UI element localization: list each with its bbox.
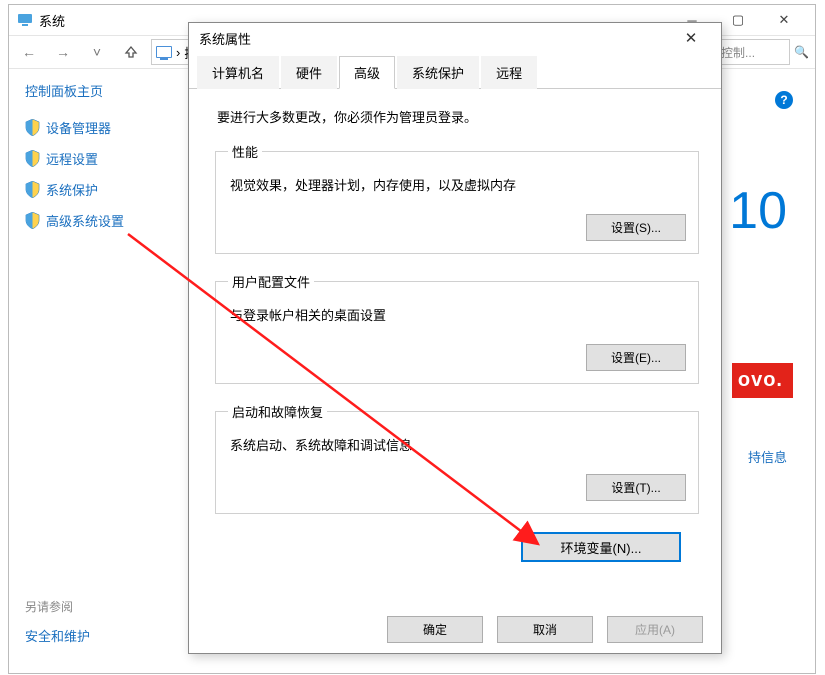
dialog-close-button[interactable]: ✕ — [671, 25, 711, 51]
tab-strip: 计算机名 硬件 高级 系统保护 远程 — [189, 55, 721, 89]
windows-10-brand-text: 10 — [729, 181, 787, 241]
user-profiles-settings-button[interactable]: 设置(E)... — [586, 344, 686, 371]
lenovo-brand-fragment: ovo. — [732, 363, 793, 398]
nav-forward-button[interactable]: → — [49, 38, 77, 66]
cancel-button[interactable]: 取消 — [497, 616, 593, 643]
shield-icon — [25, 119, 40, 136]
performance-group: 性能 视觉效果，处理器计划，内存使用，以及虚拟内存 设置(S)... — [215, 142, 699, 254]
environment-variables-button[interactable]: 环境变量(N)... — [521, 532, 681, 562]
user-profiles-legend: 用户配置文件 — [228, 272, 314, 291]
performance-settings-button[interactable]: 设置(S)... — [586, 214, 686, 241]
support-info-link[interactable]: 持信息 — [748, 447, 787, 466]
startup-recovery-settings-button[interactable]: 设置(T)... — [586, 474, 686, 501]
help-icon[interactable]: ? — [775, 91, 793, 109]
sidebar-item-label: 系统保护 — [46, 180, 98, 199]
dialog-title: 系统属性 — [199, 29, 251, 48]
tab-remote[interactable]: 远程 — [481, 56, 537, 89]
pc-icon — [156, 46, 172, 58]
dialog-footer: 确定 取消 应用(A) — [387, 616, 703, 643]
sidebar-item-device-manager[interactable]: 设备管理器 — [25, 118, 165, 137]
startup-recovery-desc: 系统启动、系统故障和调试信息 — [230, 435, 686, 454]
startup-recovery-legend: 启动和故障恢复 — [228, 402, 327, 421]
admin-intro-text: 要进行大多数更改，你必须作为管理员登录。 — [217, 107, 701, 126]
performance-desc: 视觉效果，处理器计划，内存使用，以及虚拟内存 — [230, 175, 686, 194]
system-properties-dialog: 系统属性 ✕ 计算机名 硬件 高级 系统保护 远程 要进行大多数更改，你必须作为… — [188, 22, 722, 654]
dialog-body: 要进行大多数更改，你必须作为管理员登录。 性能 视觉效果，处理器计划，内存使用，… — [189, 89, 721, 607]
search-icon[interactable]: 🔍 — [794, 45, 809, 59]
user-profiles-group: 用户配置文件 与登录帐户相关的桌面设置 设置(E)... — [215, 272, 699, 384]
ok-button[interactable]: 确定 — [387, 616, 483, 643]
tab-advanced[interactable]: 高级 — [339, 56, 395, 89]
nav-history-button[interactable]: ˅ — [83, 38, 111, 66]
nav-up-button[interactable] — [117, 38, 145, 66]
apply-button[interactable]: 应用(A) — [607, 616, 703, 643]
security-maintenance-link[interactable]: 安全和维护 — [25, 626, 90, 645]
system-title: 系统 — [39, 11, 65, 30]
shield-icon — [25, 150, 40, 167]
sidebar-item-system-protection[interactable]: 系统保护 — [25, 180, 165, 199]
performance-legend: 性能 — [228, 142, 262, 161]
sidebar: 控制面板主页 设备管理器 远程设置 系统保护 高级系统设置 — [25, 81, 165, 673]
sidebar-item-label: 远程设置 — [46, 149, 98, 168]
tab-computer-name[interactable]: 计算机名 — [197, 56, 279, 89]
sidebar-item-remote-settings[interactable]: 远程设置 — [25, 149, 165, 168]
shield-icon — [25, 181, 40, 198]
nav-back-button[interactable]: ← — [15, 38, 43, 66]
user-profiles-desc: 与登录帐户相关的桌面设置 — [230, 305, 686, 324]
close-button[interactable]: ✕ — [761, 6, 807, 34]
tab-system-protection[interactable]: 系统保护 — [397, 56, 479, 89]
see-also-label: 另请参阅 — [25, 598, 73, 615]
control-panel-home-link[interactable]: 控制面板主页 — [25, 81, 165, 100]
breadcrumb-sep: › — [176, 45, 180, 60]
sidebar-item-label: 设备管理器 — [46, 118, 111, 137]
monitor-icon — [17, 12, 33, 28]
tab-hardware[interactable]: 硬件 — [281, 56, 337, 89]
sidebar-item-label: 高级系统设置 — [46, 211, 124, 230]
startup-recovery-group: 启动和故障恢复 系统启动、系统故障和调试信息 设置(T)... — [215, 402, 699, 514]
sidebar-item-advanced-settings[interactable]: 高级系统设置 — [25, 211, 165, 230]
shield-icon — [25, 212, 40, 229]
dialog-titlebar: 系统属性 ✕ — [189, 23, 721, 53]
